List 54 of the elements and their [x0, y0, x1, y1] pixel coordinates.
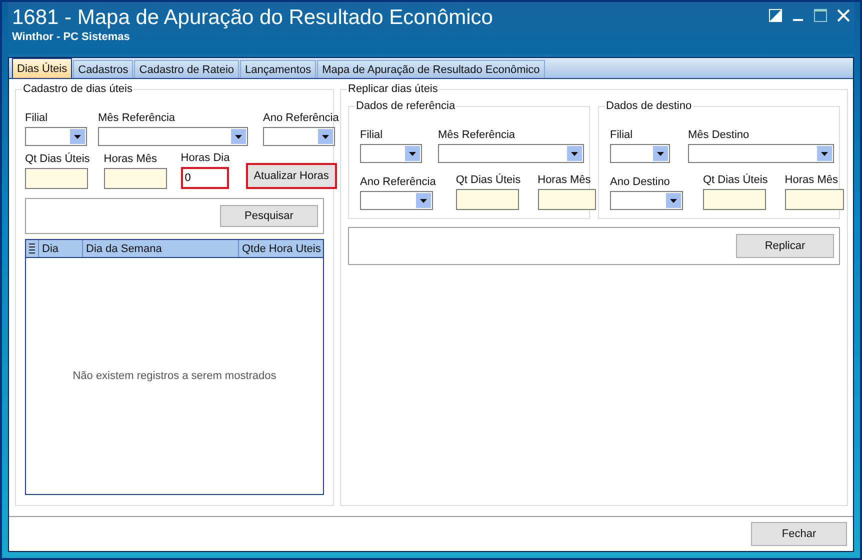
- field-label: Ano Destino: [610, 176, 671, 188]
- column-header[interactable]: Dia: [38, 240, 82, 257]
- field-label: Mês Referência: [98, 112, 176, 124]
- field-label: Ano Referência: [360, 176, 436, 188]
- restore-icon[interactable]: [769, 9, 782, 22]
- dropdown-field[interactable]: [688, 144, 834, 163]
- dropdown-field[interactable]: [610, 144, 670, 163]
- field-label: Filial: [610, 129, 634, 141]
- close-button[interactable]: Fechar: [751, 522, 847, 546]
- tab[interactable]: Mapa de Apuração de Resultado Econômico: [317, 60, 545, 78]
- field-label: Horas Dia: [180, 152, 230, 164]
- field-label: Mês Destino: [688, 129, 750, 141]
- field-label: Qt Dias Úteis: [456, 174, 521, 186]
- input-field[interactable]: [784, 189, 844, 210]
- tab[interactable]: Cadastro de Rateio: [134, 60, 240, 78]
- column-header[interactable]: Dia da Semana: [82, 240, 238, 257]
- dropdown-field[interactable]: [438, 144, 584, 163]
- input-field[interactable]: [25, 168, 88, 189]
- dropdown-field[interactable]: [263, 127, 335, 146]
- field-label: Horas Mês: [784, 174, 839, 186]
- dropdown-field[interactable]: [360, 191, 433, 210]
- window-subtitle: Winthor - PC Sistemas: [12, 31, 131, 43]
- search-button[interactable]: Pesquisar: [220, 205, 318, 227]
- close-icon[interactable]: [837, 9, 850, 22]
- tab[interactable]: Lançamentos: [240, 60, 316, 78]
- input-field[interactable]: [104, 168, 167, 189]
- field-label: Qt Dias Úteis: [25, 153, 90, 165]
- tab[interactable]: Cadastros: [73, 60, 134, 78]
- window-title: 1681 - Mapa de Apuração do Resultado Econômico: [12, 6, 493, 30]
- field-label: Horas Mês: [104, 153, 158, 165]
- dropdown-field[interactable]: [98, 127, 248, 146]
- dropdown-field[interactable]: [360, 144, 422, 163]
- replicate-button[interactable]: Replicar: [736, 234, 834, 258]
- input-field[interactable]: [538, 189, 596, 210]
- tab[interactable]: Dias Úteis: [12, 58, 72, 78]
- group-title: Dados de referência: [355, 100, 456, 112]
- column-header[interactable]: Qtde Hora Uteis: [238, 240, 323, 257]
- input-field[interactable]: [703, 189, 766, 210]
- field-label: Qt Dias Úteis: [703, 174, 768, 186]
- field-label: Filial: [360, 129, 384, 141]
- dropdown-field[interactable]: [25, 127, 87, 146]
- empty-message: Não existem registros a serem mostrados: [72, 370, 276, 382]
- field-label: Horas Mês: [538, 174, 592, 186]
- update-hours-button[interactable]: Atualizar Horas: [246, 163, 337, 189]
- panel-title: Cadastro de dias úteis: [22, 83, 134, 95]
- dropdown-field[interactable]: [610, 191, 683, 210]
- field-label: Ano Referência: [263, 112, 339, 124]
- field-label: Filial: [25, 112, 49, 124]
- field-label: Mês Referência: [438, 129, 516, 141]
- input-field[interactable]: 0: [180, 167, 229, 189]
- group-title: Dados de destino: [605, 100, 693, 112]
- input-field[interactable]: [456, 189, 519, 210]
- maximize-icon[interactable]: [814, 9, 827, 22]
- panel-title: Replicar dias úteis: [347, 83, 439, 95]
